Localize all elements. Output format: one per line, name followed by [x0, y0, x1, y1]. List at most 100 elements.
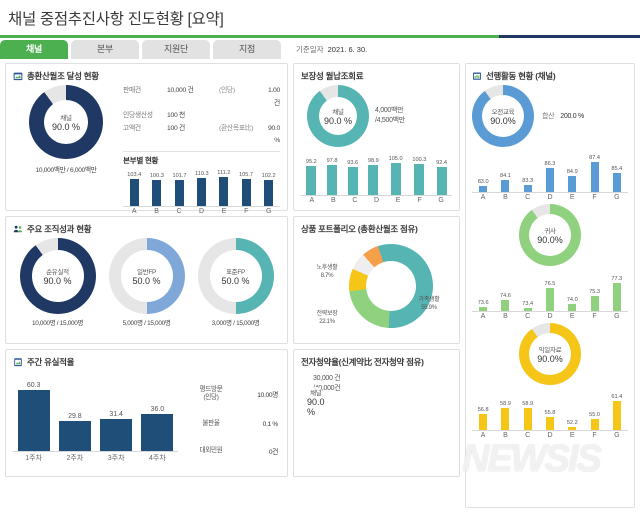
bar-value: 29.8: [68, 413, 82, 420]
activity-donut-row: 오전교육 90.0% 합산 200.0 %: [472, 85, 628, 147]
bar-column: 100.3: [412, 151, 426, 195]
metric-value: 100 건: [167, 124, 185, 132]
card-org: 주요 조직성과 현황 순유실적 90.0 % 10,000명 / 15,000명 일반…: [5, 216, 288, 344]
bar: [368, 165, 379, 195]
bar: [100, 419, 133, 451]
metric-row: 인당생산성 100 천: [123, 110, 280, 123]
card-protection: 보장성 월납조회료 채널 90.0 % 4,000백만 /4,500백만 95.…: [293, 63, 460, 211]
weekly-metric-key-line2: (인당): [203, 394, 219, 401]
tab-headquarters[interactable]: 본부: [71, 40, 139, 59]
bar-axis: 1주차 2주차 3주차 4주차: [13, 451, 178, 463]
bar-axis-label: D: [547, 194, 553, 201]
bar-value: 36.0: [150, 406, 165, 413]
bar-axis-label: G: [266, 207, 272, 215]
metric-subvalue: [267, 110, 280, 123]
bar-column: 98.9: [368, 151, 379, 195]
bar-axis-label: 3주차: [107, 455, 125, 462]
protection-donut-value: 90.0 %: [323, 116, 353, 126]
bar-axis-label: G: [614, 313, 620, 320]
bar: [590, 296, 599, 311]
bar: [479, 307, 488, 311]
basis-date-value: 2021. 6. 30.: [327, 45, 368, 54]
bar-axis-label: F: [592, 432, 597, 439]
bar-axis-label: A: [309, 197, 315, 204]
bar-column: 31.4: [100, 371, 133, 451]
bar-column: 87.4: [589, 150, 600, 192]
basis-date: 기준일자 2021. 6. 30.: [296, 40, 367, 59]
card-activity-title: 선행활동 현황 (채널): [486, 71, 556, 81]
portfolio-callout-retirement: 노후생활 8.7%: [303, 264, 351, 280]
bar: [501, 408, 510, 430]
bar: [523, 308, 532, 311]
metric-row: 판매건 10,000 건 (인당) 1.00 건: [123, 85, 280, 110]
bar: [152, 179, 162, 206]
bar-value: 86.3: [544, 161, 556, 167]
metric-row: 고액건 100 건 (환산목표比) 90.0 %: [123, 123, 280, 148]
chart-icon: [473, 72, 481, 80]
bar-axis-label: G: [614, 432, 620, 439]
bar: [264, 179, 274, 206]
bar-column: 74.6: [500, 269, 511, 311]
bar-axis-label: C: [525, 432, 531, 439]
bar-axis-label: E: [395, 197, 401, 204]
bar-value: 74.0: [566, 297, 578, 303]
weekly-metric-key: 대외민원: [199, 447, 223, 454]
achievement-subtitle: 본부별 현황: [123, 150, 280, 166]
page-header: 채널 중점추진사항 진도현황 [요약] 채널 본부 지원단 지점 기준일자 202…: [0, 0, 640, 59]
card-econtract: 전자청약율(신계약比 전자청약 점유) 채널 90.0 % 30,000 건 /…: [293, 349, 460, 477]
bar-value: 31.4: [109, 411, 123, 418]
metric-subkey: (인당): [219, 87, 235, 94]
bar: [390, 163, 401, 195]
bar-column: 52.2: [567, 388, 578, 430]
bar-value: 93.6: [347, 160, 359, 166]
org-donut-center: 표준FP 50.0 %: [209, 250, 262, 302]
org-donut-label: 표준FP: [225, 269, 246, 276]
metric-subkey: [219, 110, 267, 123]
activity-block: 오전교육 90.0% 합산 200.0 % 83.0 84.1 83.3 86.3 84.9 87…: [472, 85, 628, 204]
bar-axis-label: C: [176, 207, 182, 215]
card-econtract-title: 전자청약율(신계약比 전자청약 점유): [301, 357, 424, 367]
bar: [479, 186, 488, 192]
bar-value: 101.7: [172, 172, 187, 179]
bar: [479, 414, 488, 430]
bar: [306, 166, 317, 195]
bar: [590, 419, 599, 430]
metric-subkey: (환산목표比): [219, 124, 254, 132]
bar-value: 76.5: [544, 281, 556, 287]
org-donut-item: 순유실적 90.0 % 10,000명 / 15,000명: [19, 238, 96, 327]
weekly-metric-value: 10.00명: [257, 392, 278, 399]
bar-axis-label: F: [417, 197, 422, 204]
row-three: 주간 유실적율 60.3 29.8 31.4 36.0 1주차 2주차 3주차 4주차 평드방…: [5, 349, 460, 477]
bar-value: 92.4: [436, 160, 448, 166]
org-donut-center: 일반FP 50.0 %: [120, 250, 173, 302]
bar-value: 97.8: [326, 158, 338, 164]
protection-note-line1: 4,000백만: [375, 107, 404, 114]
bar-column: 61.4: [611, 388, 622, 430]
org-donut-label: 순유실적: [46, 269, 69, 276]
portfolio-donut: [338, 233, 444, 339]
tab-channel[interactable]: 채널: [0, 40, 68, 59]
bar: [545, 168, 554, 192]
bar-axis-label: D: [373, 197, 379, 204]
bar: [545, 417, 554, 430]
achievement-metrics: 판매건 10,000 건 (인당) 1.00 건 인당생산성 100 천 고액건…: [119, 85, 280, 218]
econtract-note-line1: 30,000 건: [313, 375, 341, 382]
bar-column: 101.7: [172, 166, 186, 206]
metric-key: 고액건: [123, 124, 141, 132]
dashboard-page: 채널 중점추진사항 진도현황 [요약] 채널 본부 지원단 지점 기준일자 202…: [0, 0, 640, 512]
bar: [545, 288, 554, 311]
econtract-donut-label: 채널: [310, 390, 322, 397]
row-two: 주요 조직성과 현황 순유실적 90.0 % 10,000명 / 15,000명 일반…: [5, 216, 460, 344]
bar: [590, 162, 599, 192]
tab-branch[interactable]: 지점: [213, 40, 281, 59]
bar-column: 92.4: [436, 151, 447, 195]
activity-bar-chart: 73.6 74.6 73.4 76.5 74.0 75.3 77.3 A B C D E F G: [472, 269, 628, 323]
tab-bar: 채널 본부 지원단 지점 기준일자 2021. 6. 30.: [0, 38, 640, 59]
bar: [327, 165, 337, 195]
org-donut: 일반FP 50.0 %: [108, 238, 185, 314]
tab-support-group[interactable]: 지원단: [142, 40, 210, 59]
page-title: 채널 중점추진사항 진도현황 [요약]: [8, 11, 224, 28]
card-weekly: 주간 유실적율 60.3 29.8 31.4 36.0 1주차 2주차 3주차 4주차 평드방…: [5, 349, 288, 477]
bar-axis-label: C: [525, 313, 531, 320]
row-one: 총환산월조 달성 현황 채널 90.0 % 10,000백만 / 6,000백만: [5, 63, 460, 215]
